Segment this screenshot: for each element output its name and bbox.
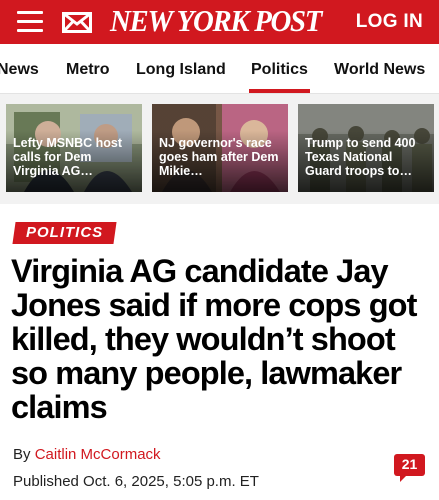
login-button[interactable]: LOG IN bbox=[356, 11, 423, 33]
story-title: Lefty MSNBC host calls for Dem Virginia … bbox=[13, 136, 123, 178]
hamburger-menu-icon[interactable] bbox=[17, 11, 43, 32]
related-stories: Lefty MSNBC host calls for Dem Virginia … bbox=[0, 94, 439, 204]
comment-count: 21 bbox=[401, 456, 418, 472]
nav-item-news[interactable]: News bbox=[0, 61, 39, 79]
article-headline: Virginia AG candidate Jay Jones said if … bbox=[11, 253, 417, 425]
byline: By Caitlin McCormack bbox=[13, 446, 161, 463]
section-nav: News Metro Long Island Politics World Ne… bbox=[0, 44, 439, 94]
nav-item-politics[interactable]: Politics bbox=[249, 61, 310, 93]
section-tag[interactable]: POLITICS bbox=[12, 222, 117, 244]
story-card[interactable]: NJ governor's race goes ham after Dem Mi… bbox=[152, 104, 288, 192]
nav-item-metro[interactable]: Metro bbox=[66, 61, 110, 79]
site-header: NEW YORK POST LOG IN bbox=[0, 0, 439, 44]
story-title: NJ governor's race goes ham after Dem Mi… bbox=[159, 136, 279, 178]
comment-bubble-icon[interactable]: 21 bbox=[394, 454, 425, 482]
site-logo[interactable]: NEW YORK POST bbox=[110, 3, 322, 39]
byline-prefix: By bbox=[13, 446, 31, 463]
story-card[interactable]: Lefty MSNBC host calls for Dem Virginia … bbox=[6, 104, 142, 192]
nav-item-long-island[interactable]: Long Island bbox=[136, 61, 226, 79]
mail-icon[interactable] bbox=[62, 12, 92, 33]
author-link[interactable]: Caitlin McCormack bbox=[35, 446, 161, 463]
published-date: Published Oct. 6, 2025, 5:05 p.m. ET bbox=[13, 473, 259, 490]
section-tag-label: POLITICS bbox=[26, 224, 104, 241]
story-title: Trump to send 400 Texas National Guard t… bbox=[305, 136, 416, 178]
nav-item-world-news[interactable]: World News bbox=[334, 61, 425, 79]
story-card[interactable]: Trump to send 400 Texas National Guard t… bbox=[298, 104, 434, 192]
